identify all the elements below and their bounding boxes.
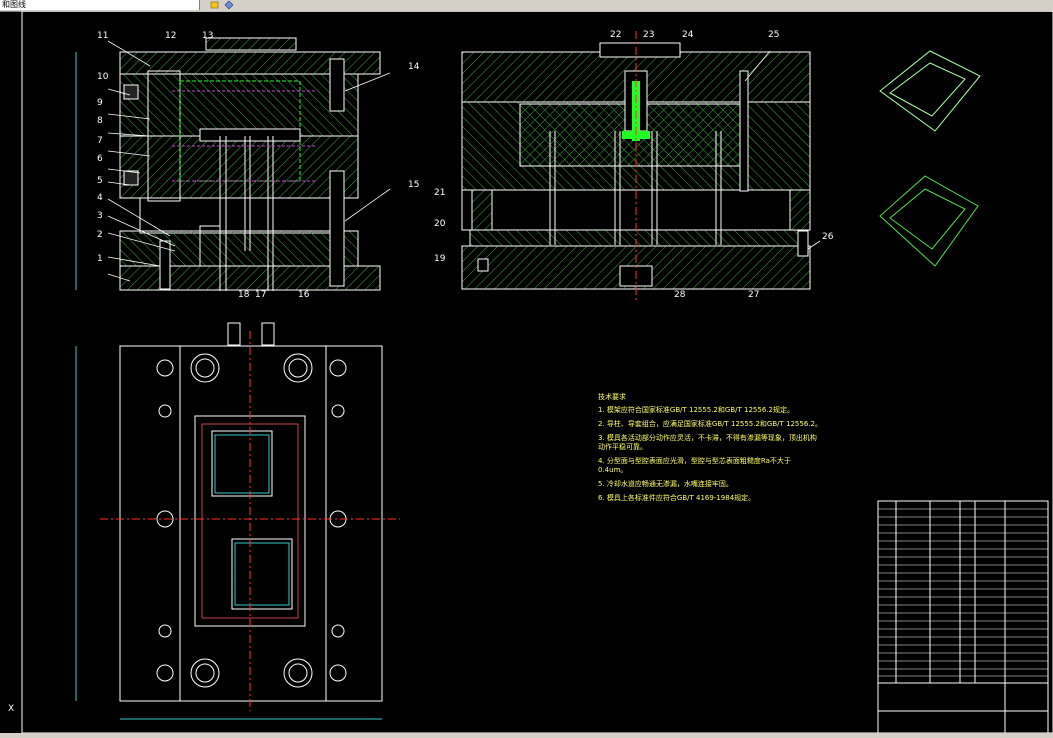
layer-field[interactable]: 和图线 <box>0 0 200 10</box>
plan-view <box>75 322 400 720</box>
part-label-11: 11 <box>97 31 109 41</box>
part-label-21: 21 <box>434 188 446 198</box>
cad-drawing-canvas[interactable] <box>0 11 1053 733</box>
command-line-bar[interactable] <box>0 733 1053 738</box>
product-iso-views <box>879 50 981 267</box>
right-section-view <box>461 31 811 301</box>
part-label-25: 25 <box>768 30 780 40</box>
part-label-28: 28 <box>674 290 686 300</box>
ucs-icon: X <box>8 704 15 714</box>
tech-item: 0.4um。 <box>598 466 628 474</box>
tech-item: 1. 模架应符合国家标准GB/T 12555.2和GB/T 12556.2规定。 <box>598 406 794 414</box>
layer-state-icon[interactable] <box>210 0 220 10</box>
technical-requirements: 技术要求 1. 模架应符合国家标准GB/T 12555.2和GB/T 12556… <box>598 393 822 508</box>
tech-item: 5. 冷却水道应畅通无渗漏，水嘴连接牢固。 <box>598 480 733 488</box>
part-label-20: 20 <box>434 219 446 229</box>
part-label-1: 1 <box>97 254 103 264</box>
part-label-23: 23 <box>643 30 655 40</box>
part-label-5: 5 <box>97 176 103 186</box>
part-label-14: 14 <box>408 62 420 72</box>
part-label-7: 7 <box>97 136 103 146</box>
part-label-10: 10 <box>97 72 109 82</box>
part-label-3: 3 <box>97 211 103 221</box>
part-label-4: 4 <box>97 193 103 203</box>
part-label-18: 18 <box>238 290 250 300</box>
part-label-22: 22 <box>610 30 622 40</box>
left-section-view <box>75 37 381 291</box>
part-label-12: 12 <box>165 31 177 41</box>
part-label-17: 17 <box>255 290 267 300</box>
part-label-19: 19 <box>434 254 446 264</box>
part-label-9: 9 <box>97 98 103 108</box>
tech-item: 6. 模具上各标准件应符合GB/T 4169-1984规定。 <box>598 494 756 502</box>
part-label-16: 16 <box>298 290 310 300</box>
part-label-13: 13 <box>202 31 214 41</box>
part-label-2: 2 <box>97 230 103 240</box>
tech-heading: 技术要求 <box>598 393 626 401</box>
tech-item: 动作平稳可靠。 <box>598 443 647 451</box>
tech-item: 2. 导柱、导套组合，应满足国家标准GB/T 12555.2和GB/T 1255… <box>598 420 822 428</box>
tech-item: 4. 分型面与型腔表面应光滑，型腔与型芯表面粗糙度Ra不大于 <box>598 457 791 465</box>
part-label-26: 26 <box>822 232 834 242</box>
layer-tools-icon[interactable] <box>224 0 234 10</box>
part-label-8: 8 <box>97 116 103 126</box>
part-label-15: 15 <box>408 180 420 190</box>
part-label-24: 24 <box>682 30 694 40</box>
part-label-27: 27 <box>748 290 760 300</box>
tech-item: 3. 模具各活动部分动作应灵活，不卡滞，不得有渗漏等现象，顶出机构 <box>598 434 817 442</box>
part-label-6: 6 <box>97 154 103 164</box>
title-block <box>877 500 1049 733</box>
